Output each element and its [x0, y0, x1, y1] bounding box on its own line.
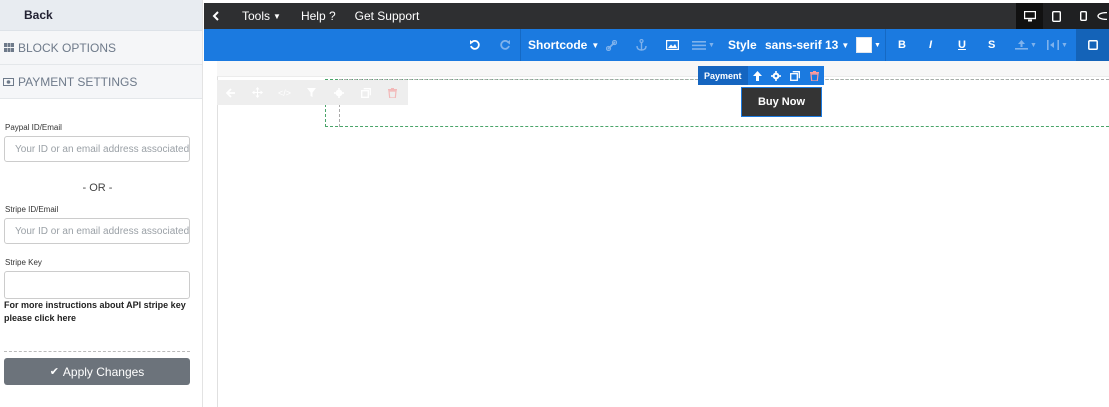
desktop-icon[interactable] — [1016, 3, 1043, 29]
undo-icon[interactable] — [469, 29, 480, 61]
align-dropdown[interactable]: ▼ — [692, 29, 715, 61]
color-swatch — [856, 37, 872, 53]
page-builder: Back BLOCK OPTIONS PAYMENT SETTINGS Payp… — [0, 0, 1109, 407]
payment-block-toolbar: Payment — [698, 66, 824, 85]
bold-button[interactable]: B — [898, 29, 906, 61]
payment-label: Payment — [698, 66, 748, 85]
row-toolbar: </> — [217, 80, 408, 105]
font-family-dropdown[interactable]: sans-serif — [765, 29, 822, 61]
link-icon[interactable] — [606, 29, 617, 61]
trash-icon[interactable] — [379, 80, 406, 105]
caret-down-icon: ▼ — [841, 40, 850, 50]
toolbar-separator — [520, 29, 521, 61]
back-button[interactable]: Back — [0, 0, 202, 31]
fullscreen-icon[interactable] — [1076, 29, 1109, 61]
divider — [4, 351, 190, 352]
caret-down-icon: ▼ — [708, 41, 715, 49]
stripe-key-label: Stripe Key — [5, 258, 42, 267]
check-icon: ✔ — [49, 366, 59, 378]
vertical-align-dropdown[interactable]: ▼ — [1015, 29, 1037, 61]
style-button[interactable]: Style — [728, 29, 757, 61]
sidebar: Back BLOCK OPTIONS PAYMENT SETTINGS Payp… — [0, 0, 203, 407]
copy-icon[interactable] — [352, 80, 379, 105]
shortcode-label: Shortcode — [528, 38, 588, 52]
help-menu[interactable]: Help ? — [301, 9, 336, 23]
apply-label: Apply Changes — [62, 364, 145, 379]
image-icon[interactable] — [666, 29, 679, 61]
tablet-icon[interactable] — [1043, 3, 1070, 29]
device-switcher — [1016, 3, 1109, 29]
apply-changes-button[interactable]: ✔ Apply Changes — [4, 358, 190, 385]
buy-now-button[interactable]: Buy Now — [741, 87, 822, 117]
stripe-key-input[interactable] — [4, 271, 190, 299]
filter-icon[interactable] — [298, 80, 325, 105]
copy-icon[interactable] — [786, 66, 805, 85]
redo-icon[interactable] — [500, 29, 511, 61]
code-icon[interactable]: </> — [271, 80, 298, 105]
toolbar-separator — [885, 29, 886, 61]
move-icon[interactable] — [244, 80, 271, 105]
shortcode-dropdown[interactable]: Shortcode ▼ — [528, 29, 599, 61]
tools-menu[interactable]: Tools ▼ — [242, 9, 281, 23]
underline-button[interactable]: U — [958, 29, 966, 61]
stripe-id-label: Stripe ID/Email — [5, 205, 59, 214]
italic-button[interactable]: I — [929, 29, 932, 61]
money-icon — [2, 77, 15, 86]
column-outline — [339, 79, 1109, 127]
mobile-icon[interactable] — [1070, 3, 1097, 29]
editor-toolbar: Shortcode ▼ ▼ Style sans-serif 13 ▼ ▼ B I … — [204, 29, 1109, 61]
caret-down-icon: ▼ — [1061, 41, 1068, 49]
font-size-value: 13 — [825, 38, 839, 52]
section-label: BLOCK OPTIONS — [18, 40, 117, 55]
text-color-picker[interactable]: ▼ — [856, 29, 881, 61]
caret-down-icon: ▼ — [874, 41, 881, 49]
arrow-left-icon[interactable] — [217, 80, 244, 105]
or-separator: - OR - — [82, 182, 113, 194]
spacing-dropdown[interactable]: ▼ — [1047, 29, 1068, 61]
arrow-up-icon[interactable] — [748, 66, 767, 85]
stripe-id-input[interactable]: Your ID or an email address associated — [4, 218, 190, 244]
top-menu-bar: Tools ▼ Help ? Get Support — [204, 3, 1109, 29]
gear-icon[interactable] — [767, 66, 786, 85]
font-size-dropdown[interactable]: 13 ▼ — [825, 29, 849, 61]
payment-settings-section[interactable]: PAYMENT SETTINGS — [0, 65, 202, 99]
paypal-input[interactable]: Your ID or an email address associated — [4, 136, 190, 162]
paypal-label: Paypal ID/Email — [5, 123, 62, 132]
block-options-section[interactable]: BLOCK OPTIONS — [0, 31, 202, 65]
api-instructions-link[interactable]: For more instructions about API stripe k… — [4, 299, 194, 325]
chevron-left-icon[interactable] — [212, 11, 220, 21]
section-label: PAYMENT SETTINGS — [18, 74, 138, 89]
caret-down-icon: ▼ — [591, 40, 600, 50]
eye-icon[interactable] — [1097, 3, 1109, 29]
get-support-link[interactable]: Get Support — [355, 9, 420, 23]
gear-icon[interactable] — [325, 80, 352, 105]
canvas-header — [217, 61, 1109, 76]
tools-label: Tools — [242, 9, 271, 23]
caret-down-icon: ▼ — [273, 11, 281, 21]
strikethrough-button[interactable]: S — [988, 29, 995, 61]
anchor-icon[interactable] — [636, 29, 647, 61]
caret-down-icon: ▼ — [1030, 41, 1037, 49]
grid-icon — [2, 43, 15, 52]
trash-icon[interactable] — [805, 66, 824, 85]
